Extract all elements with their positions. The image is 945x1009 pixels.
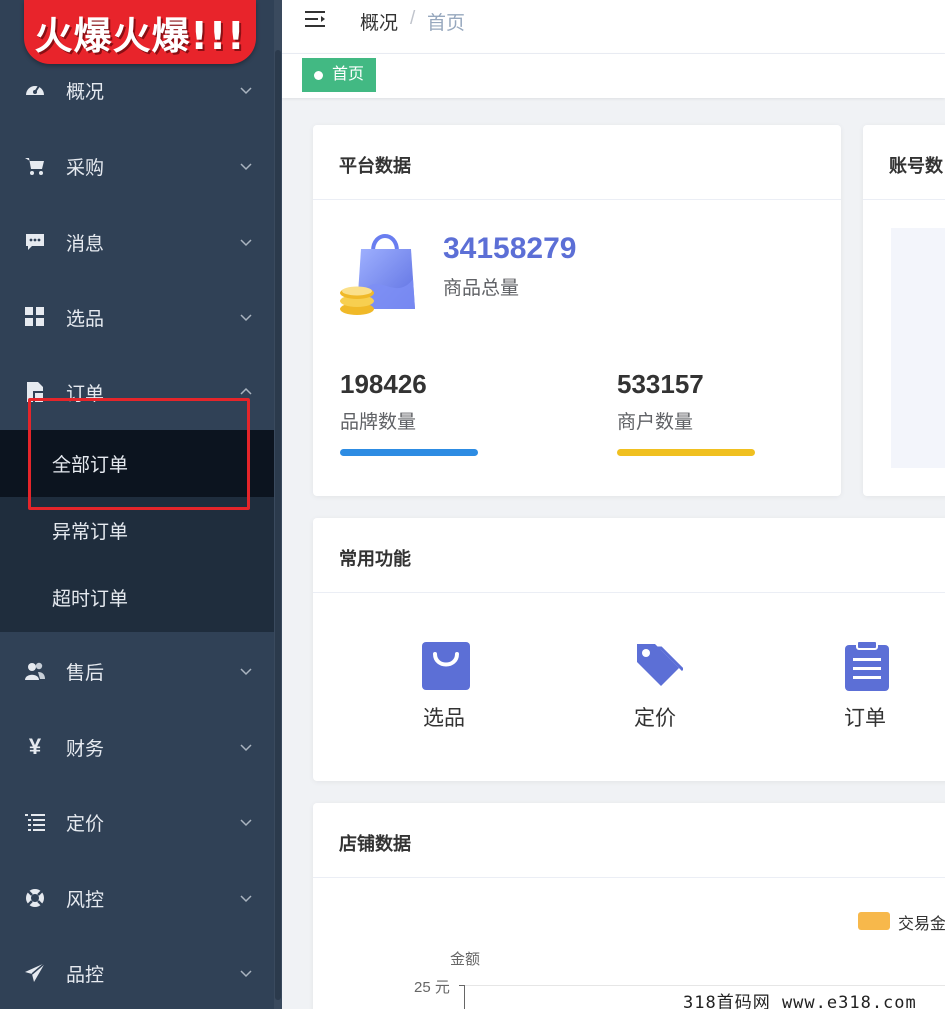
highlight-box (28, 398, 250, 510)
platform-data-card: 平台数据 34158279 商品总量 198426 品牌数量 533157 商户… (313, 125, 841, 496)
shopping-bag-icon (340, 234, 415, 315)
sidebar-item-product-select[interactable]: 选品 (0, 279, 274, 355)
brand-progress-bar (340, 449, 478, 456)
y-axis-line (464, 985, 465, 1009)
sidebar-item-purchase[interactable]: 采购 (0, 128, 274, 204)
legend-label[interactable]: 交易金 (898, 910, 945, 934)
function-product-select[interactable]: 选品 (384, 640, 504, 750)
lifebuoy-icon (24, 887, 46, 909)
y-axis-tick: 25 元 (414, 979, 450, 996)
card-divider (313, 199, 841, 200)
function-label: 订单 (844, 707, 886, 730)
chevron-down-icon (240, 819, 252, 827)
card-title: 店铺数据 (339, 834, 411, 854)
sidebar-item-messages[interactable]: 消息 (0, 204, 274, 280)
chart-grid-line (465, 985, 945, 986)
store-data-card: 店铺数据 (313, 803, 945, 1009)
card-title: 常用功能 (339, 549, 411, 569)
shopping-bag-icon (422, 642, 470, 690)
product-total-label: 商品总量 (443, 278, 520, 299)
user-group-icon (24, 660, 46, 682)
card-title: 平台数据 (339, 156, 411, 176)
chevron-down-icon (240, 970, 252, 978)
top-navbar: 概况 / 首页 (282, 0, 945, 54)
send-icon (24, 962, 46, 984)
y-axis-name: 金额 (450, 951, 481, 968)
sidebar-item-label: 财务 (66, 738, 105, 760)
dashboard-icon (24, 79, 46, 101)
sidebar-scrollbar-thumb[interactable] (275, 50, 281, 1000)
common-functions-card: 常用功能 选品 定价 订单 (313, 518, 945, 781)
card-divider (863, 199, 945, 200)
list-icon (24, 811, 46, 833)
chevron-down-icon (240, 744, 252, 752)
sidebar-item-label: 售后 (66, 662, 105, 684)
price-tag-icon (637, 644, 683, 686)
breadcrumb-item-overview[interactable]: 概况 (360, 8, 398, 35)
account-data-card: 账号数 (863, 125, 945, 496)
sidebar-item-finance[interactable]: ¥ 财务 (0, 709, 274, 785)
hamburger-icon[interactable] (304, 8, 328, 30)
sidebar-item-quality-control[interactable]: 品控 (0, 935, 274, 1009)
brand-count-label: 品牌数量 (340, 412, 417, 433)
card-divider (313, 877, 945, 878)
yen-icon: ¥ (28, 734, 42, 759)
message-icon (24, 231, 46, 253)
breadcrumb-separator: / (410, 8, 416, 29)
function-pricing[interactable]: 定价 (595, 640, 715, 750)
breadcrumb-item-home: 首页 (427, 13, 466, 34)
sidebar-item-after-sales[interactable]: 售后 (0, 633, 274, 709)
sidebar-scrollbar[interactable] (274, 0, 282, 1009)
sidebar-item-label: 选品 (66, 308, 105, 330)
function-label: 定价 (634, 707, 676, 730)
sidebar-item-risk-control[interactable]: 风控 (0, 860, 274, 936)
sidebar-item-pricing[interactable]: 定价 (0, 784, 274, 860)
tags-view: 首页 (282, 54, 945, 98)
function-label: 选品 (423, 707, 465, 730)
grid-icon (24, 306, 46, 328)
submenu-item-timeout-orders[interactable]: 超时订单 (0, 564, 274, 631)
chevron-down-icon (240, 895, 252, 903)
clipboard-icon (845, 640, 889, 691)
sidebar-item-label: 风控 (66, 889, 105, 911)
sidebar: 概况 采购 消息 选品 订单 全部订单 异常订单 超时订单 售后 ¥ 财务 定价… (0, 0, 282, 1009)
merchant-count-label: 商户数量 (617, 412, 694, 433)
watermark: 318首码网 www.e318.com (683, 988, 917, 1009)
tag-home[interactable]: 首页 (302, 58, 377, 92)
sidebar-item-label: 品控 (66, 964, 105, 986)
legend-swatch[interactable] (858, 912, 890, 930)
y-axis-tick-mark (459, 985, 465, 986)
chevron-down-icon (240, 314, 252, 322)
chevron-down-icon (240, 239, 252, 247)
chevron-down-icon (240, 87, 252, 95)
product-total-value: 34158279 (443, 232, 577, 265)
merchant-count-value: 533157 (617, 369, 704, 399)
submenu-item-label: 异常订单 (52, 522, 129, 543)
cart-icon (24, 155, 46, 177)
sidebar-item-label: 定价 (66, 813, 105, 835)
function-orders[interactable]: 订单 (805, 640, 925, 750)
chevron-down-icon (240, 668, 252, 676)
promo-banner-text: 火爆火爆!!! (34, 13, 246, 58)
submenu-item-label: 超时订单 (52, 589, 129, 610)
card-title: 账号数 (889, 156, 943, 176)
promo-banner: 火爆火爆!!! (24, 0, 256, 64)
sidebar-item-label: 采购 (66, 157, 105, 179)
brand-count-value: 198426 (340, 369, 427, 399)
sidebar-item-label: 概况 (66, 81, 105, 103)
chevron-down-icon (240, 163, 252, 171)
sidebar-item-label: 消息 (66, 233, 105, 255)
card-divider (313, 592, 945, 593)
account-chart-area (891, 228, 945, 468)
merchant-progress-bar (617, 449, 755, 456)
